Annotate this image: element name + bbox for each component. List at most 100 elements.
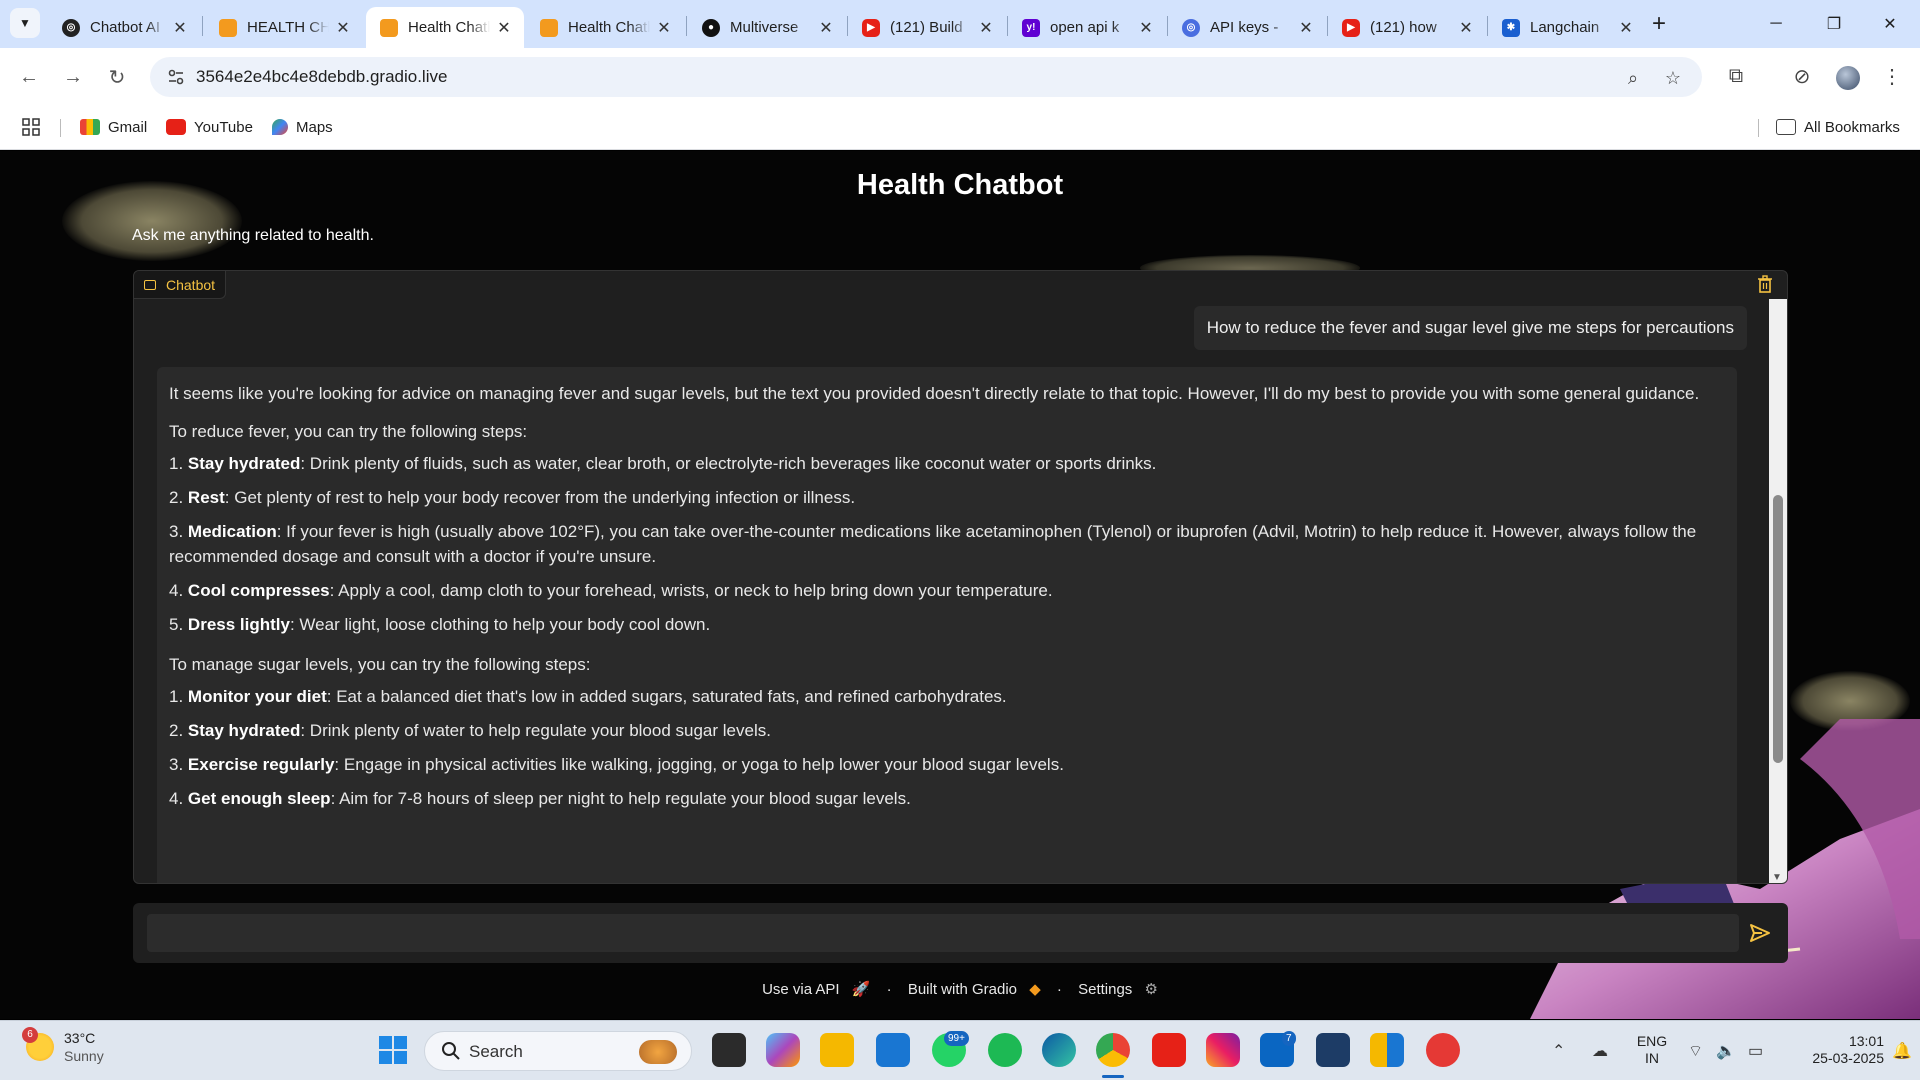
- scrollbar-thumb[interactable]: [1773, 495, 1783, 763]
- gmail-icon: [80, 119, 100, 135]
- trash-icon[interactable]: [1757, 275, 1773, 293]
- chevron-up-icon[interactable]: ⌃: [1552, 1041, 1565, 1061]
- bookmark-youtube[interactable]: YouTube: [166, 115, 253, 139]
- close-icon[interactable]: ✕: [335, 18, 351, 38]
- notification-bell-icon[interactable]: 🔔: [1892, 1041, 1912, 1061]
- weather-condition: Sunny: [64, 1048, 104, 1064]
- chat-scrollbar[interactable]: ▼: [1769, 299, 1787, 883]
- tab-multiverse[interactable]: ● Multiverse ✕: [688, 7, 846, 48]
- gradio-page: Health Chatbot Ask me anything related t…: [0, 151, 1920, 1019]
- chrome-icon[interactable]: [1096, 1033, 1130, 1067]
- new-tab-button[interactable]: +: [1652, 10, 1666, 38]
- message-input[interactable]: [147, 914, 1739, 952]
- close-window-button[interactable]: ✕: [1862, 6, 1918, 42]
- tab-search-button[interactable]: ▼: [10, 8, 40, 38]
- whatsapp-badge: 99+: [944, 1031, 969, 1046]
- windows-start-icon[interactable]: [376, 1033, 410, 1067]
- language-indicator[interactable]: ENG IN: [1634, 1033, 1670, 1067]
- youtube-icon: [166, 119, 186, 135]
- zoom-icon[interactable]: ⌕: [1622, 67, 1644, 89]
- wifi-icon[interactable]: ⌔: [1688, 1041, 1703, 1061]
- site-info-icon[interactable]: [166, 67, 186, 87]
- close-icon[interactable]: ✕: [172, 18, 188, 38]
- battery-icon[interactable]: ▭: [1748, 1041, 1763, 1061]
- close-icon[interactable]: ✕: [818, 18, 834, 38]
- list-item: 4. Cool compresses: Apply a cool, damp c…: [169, 581, 1053, 600]
- taskbar-search[interactable]: Search: [424, 1031, 692, 1071]
- github-icon: ●: [702, 18, 720, 37]
- close-icon[interactable]: ✕: [978, 18, 994, 38]
- youtube-icon[interactable]: [1152, 1033, 1186, 1067]
- list-item: 1. Monitor your diet: Eat a balanced die…: [169, 687, 1007, 706]
- use-via-api-link[interactable]: Use via API 🚀: [758, 981, 874, 998]
- openai-icon: ◎: [62, 18, 80, 37]
- menu-icon[interactable]: ⋮: [1878, 62, 1906, 90]
- file-explorer-icon[interactable]: [820, 1033, 854, 1067]
- reload-icon[interactable]: ↻: [102, 62, 132, 92]
- youtube-icon: ▶: [862, 18, 880, 37]
- send-icon[interactable]: [1748, 921, 1772, 945]
- chevron-down-icon: ▼: [19, 16, 31, 30]
- list-item: 1. Stay hydrated: Drink plenty of fluids…: [169, 454, 1157, 473]
- built-with-gradio-link[interactable]: Built with Gradio ◆: [904, 981, 1045, 998]
- list-item: 5. Dress lightly: Wear light, loose clot…: [169, 615, 711, 634]
- list-item: 2. Stay hydrated: Drink plenty of water …: [169, 721, 771, 740]
- microsoft-store-icon[interactable]: [876, 1033, 910, 1067]
- tab-youtube-how[interactable]: ▶ (121) how ✕: [1328, 7, 1486, 48]
- fever-heading: To reduce fever, you can try the followi…: [169, 422, 528, 441]
- apps-grid-icon[interactable]: [22, 115, 40, 139]
- clock[interactable]: 13:01 25-03-2025: [1780, 1033, 1884, 1067]
- back-icon[interactable]: ←: [14, 62, 44, 92]
- restore-button[interactable]: ❐: [1806, 6, 1862, 42]
- close-icon[interactable]: ✕: [656, 18, 672, 38]
- spotify-icon[interactable]: [988, 1033, 1022, 1067]
- tab-health-chatbot-1[interactable]: HEALTH CHATBOT ✕: [205, 7, 363, 48]
- bookmark-gmail[interactable]: Gmail: [80, 115, 147, 139]
- gradio-logo-icon: ◆: [1029, 981, 1041, 998]
- tab-youtube-build[interactable]: ▶ (121) Build ✕: [848, 7, 1006, 48]
- youtube-icon: ▶: [1342, 18, 1360, 37]
- tab-health-chatbot-active[interactable]: Health Chatbot ✕: [366, 7, 524, 48]
- onedrive-icon[interactable]: ☁: [1592, 1041, 1608, 1061]
- bot-message: It seems like you're looking for advice …: [157, 367, 1737, 883]
- minimize-button[interactable]: ─: [1748, 6, 1804, 42]
- instagram-icon[interactable]: [1206, 1033, 1240, 1067]
- tab-api-keys[interactable]: ◎ API keys - ✕: [1168, 7, 1326, 48]
- forward-icon[interactable]: →: [58, 62, 88, 92]
- close-icon[interactable]: ✕: [1138, 18, 1154, 38]
- close-icon[interactable]: ✕: [1618, 18, 1634, 38]
- tab-langchain[interactable]: ✱ Langchain ✕: [1488, 7, 1646, 48]
- wps-office-icon[interactable]: [1426, 1033, 1460, 1067]
- address-bar[interactable]: 3564e2e4bc4e8debdb.gradio.live ⌕ ☆: [150, 57, 1702, 97]
- performance-icon[interactable]: ⊘: [1788, 62, 1816, 90]
- volume-icon[interactable]: 🔈: [1716, 1041, 1736, 1061]
- power-bi-icon[interactable]: [1370, 1033, 1404, 1067]
- yahoo-icon: y!: [1022, 18, 1040, 37]
- gear-icon: ⚙: [1144, 981, 1158, 998]
- tab-open-api[interactable]: y! open api k ✕: [1008, 7, 1166, 48]
- copilot-icon[interactable]: [766, 1033, 800, 1067]
- avatar[interactable]: [1836, 66, 1860, 90]
- tab-health-chatbot-2[interactable]: Health Chatbot ✕: [526, 7, 684, 48]
- all-bookmarks[interactable]: All Bookmarks: [1776, 115, 1900, 139]
- search-highlight-icon: [639, 1040, 677, 1064]
- weather-widget[interactable]: 6 33°C Sunny: [22, 1027, 104, 1065]
- settings-link[interactable]: Settings ⚙: [1074, 981, 1162, 998]
- bookmark-star-icon[interactable]: ☆: [1662, 67, 1684, 89]
- close-icon[interactable]: ✕: [496, 18, 512, 38]
- bookmarks-bar: Gmail YouTube Maps All Bookmarks: [0, 105, 1920, 150]
- extensions-icon[interactable]: ⧉: [1722, 62, 1750, 90]
- close-icon[interactable]: ✕: [1458, 18, 1474, 38]
- user-message: How to reduce the fever and sugar level …: [1193, 306, 1747, 350]
- close-icon[interactable]: ✕: [1298, 18, 1314, 38]
- bookmark-maps[interactable]: Maps: [272, 115, 333, 139]
- openai-icon: ◎: [1182, 18, 1200, 37]
- devhub-icon[interactable]: [1316, 1033, 1350, 1067]
- tab-chatbot-ai[interactable]: ◎ Chatbot AI ✕: [48, 7, 200, 48]
- search-icon: [442, 1042, 460, 1060]
- url-text[interactable]: 3564e2e4bc4e8debdb.gradio.live: [196, 67, 447, 87]
- edge-icon[interactable]: [1042, 1033, 1076, 1067]
- gradio-footer: Use via API 🚀 · Built with Gradio ◆ · Se…: [0, 980, 1920, 998]
- task-view-icon[interactable]: [712, 1033, 746, 1067]
- scroll-down-icon[interactable]: ▼: [1772, 872, 1782, 883]
